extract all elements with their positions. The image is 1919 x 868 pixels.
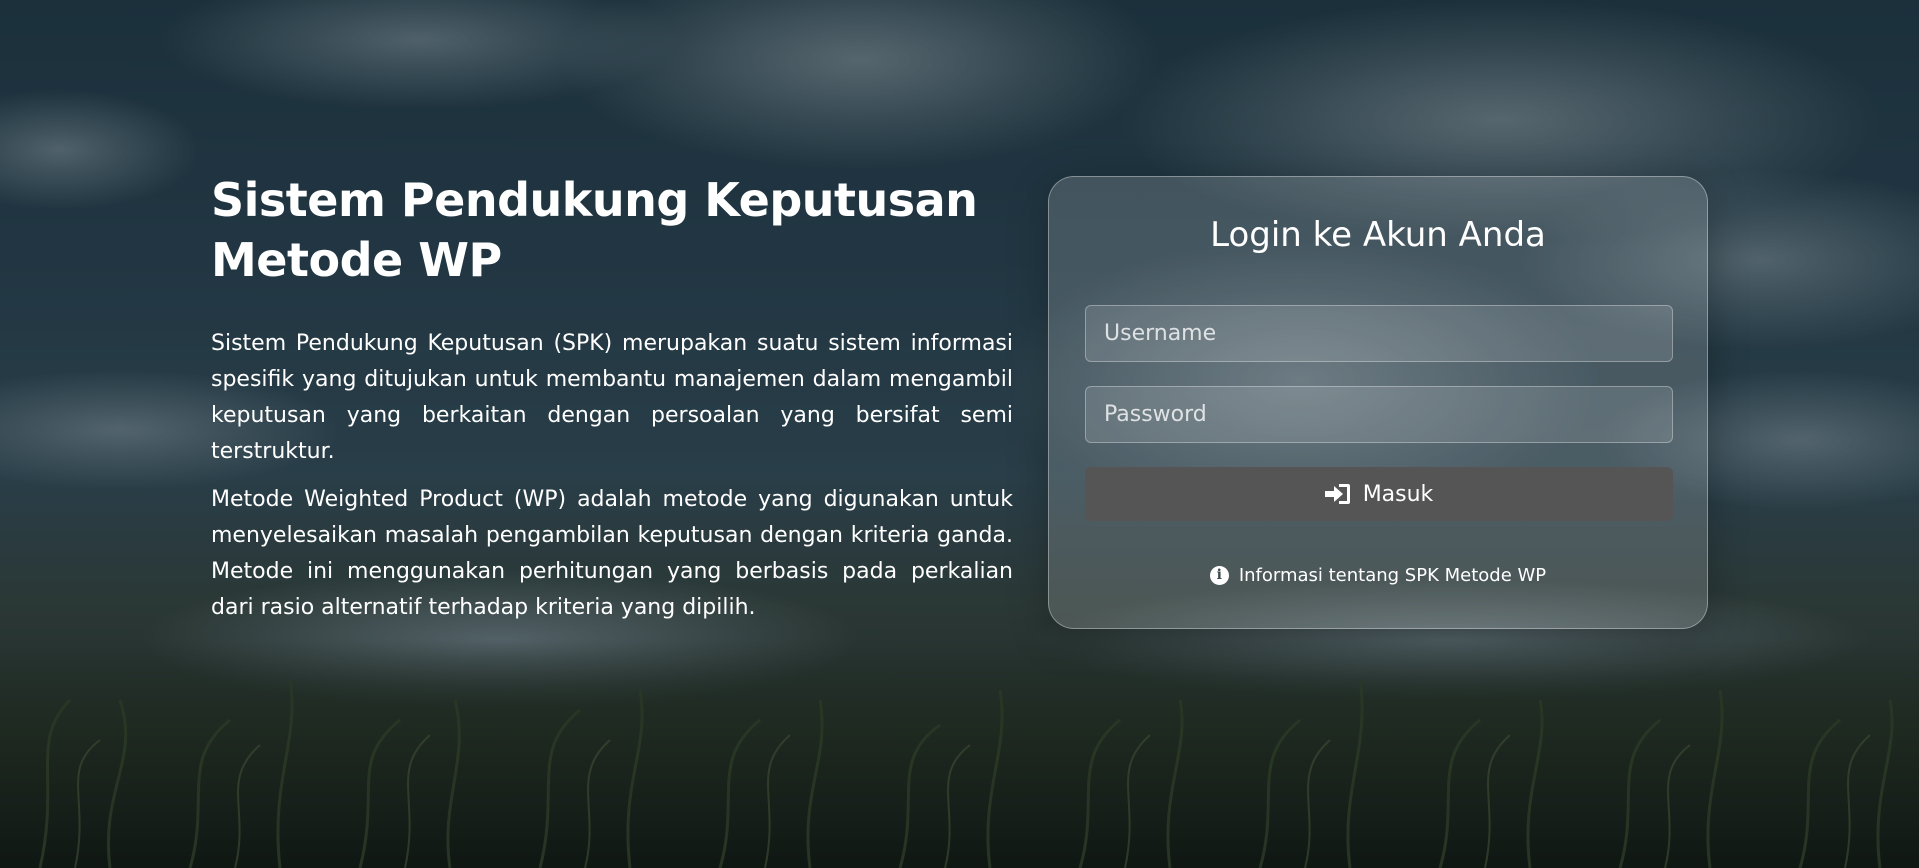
login-button-label: Masuk	[1362, 481, 1434, 507]
info-circle-icon: i	[1209, 566, 1229, 585]
login-title: Login ke Akun Anda	[1210, 215, 1546, 255]
password-input[interactable]	[1085, 386, 1673, 443]
username-input[interactable]	[1085, 305, 1673, 362]
page-title-line-1: Sistem Pendukung Keputusan	[211, 173, 978, 227]
login-button[interactable]: Masuk	[1085, 467, 1673, 521]
info-link[interactable]: i Informasi tentang SPK Metode WP	[1049, 565, 1707, 586]
info-link-label: Informasi tentang SPK Metode WP	[1238, 565, 1547, 586]
page-title: Sistem Pendukung Keputusan Metode WP	[211, 170, 1013, 290]
page-title-line-2: Metode WP	[211, 233, 502, 287]
intro-paragraph-wp: Metode Weighted Product (WP) adalah meto…	[211, 487, 1013, 620]
sign-in-icon	[1324, 484, 1350, 504]
login-card: Login ke Akun Anda Masuk i Informasi ten…	[1048, 176, 1708, 629]
hero-section: Sistem Pendukung Keputusan Metode WP Sis…	[211, 170, 1013, 638]
intro-paragraph-spk: Sistem Pendukung Keputusan (SPK) merupak…	[211, 331, 1013, 464]
